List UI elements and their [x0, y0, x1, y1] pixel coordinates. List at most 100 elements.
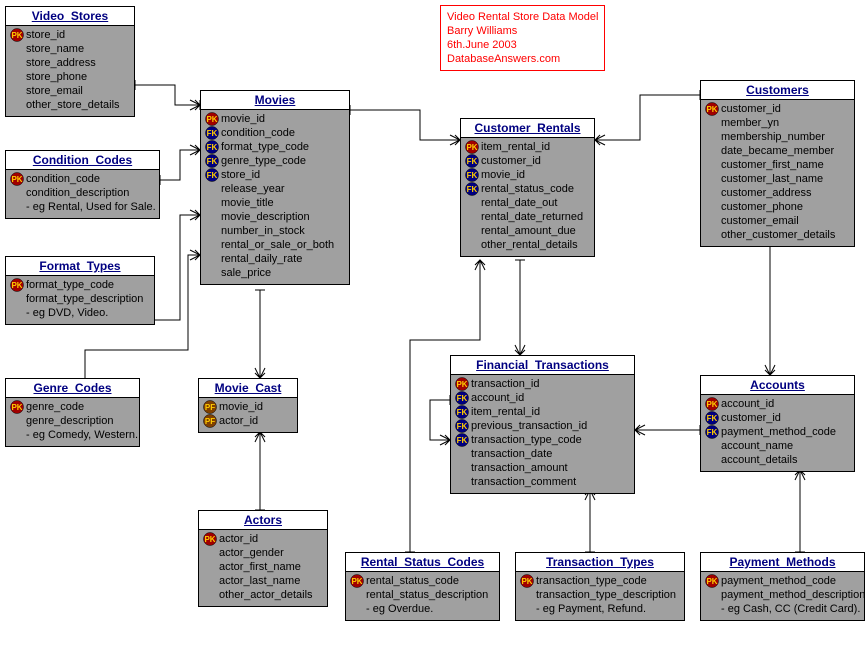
entity-condition-codes: Condition_Codes PK condition_codecondition…	[5, 150, 160, 219]
svg-text:PK: PK	[706, 105, 717, 114]
key-spacer	[203, 588, 217, 602]
svg-text:FK: FK	[457, 436, 468, 445]
key-spacer	[465, 196, 479, 210]
column-name: member_yn	[721, 116, 779, 130]
key-spacer	[705, 200, 719, 214]
key-spacer	[10, 414, 24, 428]
pk-key-icon: PK	[705, 574, 719, 588]
svg-text:PK: PK	[706, 577, 717, 586]
column-name: - eg Overdue.	[366, 602, 433, 616]
entity-row: account_details	[705, 453, 850, 467]
column-name: rental_or_sale_or_both	[221, 238, 334, 252]
fk-key-icon: FK	[455, 419, 469, 433]
column-name: account_id	[471, 391, 524, 405]
key-spacer	[705, 144, 719, 158]
column-name: number_in_stock	[221, 224, 305, 238]
entity-row: - eg Overdue.	[350, 602, 495, 616]
entity-movie-cast: Movie_CastPFmovie_idPFactor_id	[198, 378, 298, 433]
key-spacer	[205, 252, 219, 266]
entity-row: PFmovie_id	[203, 400, 293, 414]
pk-key-icon: PK	[350, 574, 364, 588]
entity-row: - eg Payment, Refund.	[520, 602, 680, 616]
entity-row: FKcustomer_id	[705, 411, 850, 425]
fk-key-icon: FK	[205, 126, 219, 140]
svg-text:FK: FK	[467, 185, 478, 194]
entity-row: rental_amount_due	[465, 224, 590, 238]
pk-key-icon: PK	[705, 397, 719, 411]
entity-row: PKtransaction_id	[455, 377, 630, 391]
entity-title: Customer_Rentals	[461, 119, 594, 138]
entity-genre-codes: Genre_CodesPKgenre_codegenre_description…	[5, 378, 140, 447]
column-name: store_address	[26, 56, 96, 70]
entity-body: PKformat_type_codeformat_type_descriptio…	[6, 276, 154, 324]
column-name: customer_address	[721, 186, 812, 200]
key-spacer	[455, 461, 469, 475]
column-name: customer_id	[481, 154, 541, 168]
entity-row: PK condition_code	[10, 172, 155, 186]
entity-title: Condition_Codes	[6, 151, 159, 170]
pk-key-icon: PK	[465, 140, 479, 154]
column-name: previous_transaction_id	[471, 419, 587, 433]
fk-key-icon: FK	[205, 154, 219, 168]
column-name: other_rental_details	[481, 238, 578, 252]
entity-title: Video_Stores	[6, 7, 134, 26]
entity-row: format_type_description	[10, 292, 150, 306]
entity-body: PKitem_rental_idFKcustomer_idFKmovie_idF…	[461, 138, 594, 256]
entity-row: transaction_amount	[455, 461, 630, 475]
entity-title: Transaction_Types	[516, 553, 684, 572]
entity-row: rental_or_sale_or_both	[205, 238, 345, 252]
entity-row: customer_phone	[705, 200, 850, 214]
column-name: actor_gender	[219, 546, 284, 560]
entity-accounts: AccountsPKaccount_idFKcustomer_idFKpayme…	[700, 375, 855, 472]
fk-key-icon: FK	[205, 140, 219, 154]
column-name: - eg Cash, CC (Credit Card).	[721, 602, 860, 616]
entity-row: date_became_member	[705, 144, 850, 158]
column-name: - eg DVD, Video.	[26, 306, 108, 320]
entity-body: PKrental_status_coderental_status_descri…	[346, 572, 499, 620]
entity-row: FKcondition_code	[205, 126, 345, 140]
entity-row: PFactor_id	[203, 414, 293, 428]
entity-row: - eg Comedy, Western.	[10, 428, 135, 442]
svg-text:PF: PF	[205, 417, 215, 426]
column-name: store_name	[26, 42, 84, 56]
column-name: customer_email	[721, 214, 799, 228]
key-spacer	[705, 228, 719, 242]
key-spacer	[203, 560, 217, 574]
entity-row: movie_title	[205, 196, 345, 210]
svg-text:FK: FK	[207, 157, 218, 166]
column-name: payment_method_code	[721, 574, 836, 588]
column-name: - eg Rental, Used for Sale.	[26, 200, 156, 214]
entity-body: PKactor_idactor_genderactor_first_nameac…	[199, 530, 327, 606]
entity-row: customer_first_name	[705, 158, 850, 172]
fk-key-icon: FK	[465, 154, 479, 168]
entity-row: PKactor_id	[203, 532, 323, 546]
column-name: store_id	[221, 168, 260, 182]
column-name: genre_type_code	[221, 154, 306, 168]
column-name: rental_status_description	[366, 588, 488, 602]
entity-row: PKrental_status_code	[350, 574, 495, 588]
fk-key-icon: FK	[205, 168, 219, 182]
column-name: transaction_type_description	[536, 588, 676, 602]
svg-text:PF: PF	[205, 403, 215, 412]
note-line: 6th.June 2003	[447, 38, 598, 52]
column-name: genre_code	[26, 400, 84, 414]
entity-title: Rental_Status_Codes	[346, 553, 499, 572]
entity-row: PK payment_method_code	[705, 574, 860, 588]
entity-row: FKprevious_transaction_id	[455, 419, 630, 433]
entity-row: actor_gender	[203, 546, 323, 560]
svg-text:PK: PK	[456, 380, 467, 389]
fk-key-icon: FK	[465, 168, 479, 182]
key-spacer	[520, 588, 534, 602]
column-name: condition_code	[26, 172, 100, 186]
svg-text:FK: FK	[707, 428, 718, 437]
entity-title: Actors	[199, 511, 327, 530]
column-name: item_rental_id	[481, 140, 550, 154]
note-line: DatabaseAnswers.com	[447, 52, 598, 66]
entity-row: PKitem_rental_id	[465, 140, 590, 154]
key-spacer	[10, 84, 24, 98]
svg-text:PK: PK	[11, 175, 22, 184]
key-spacer	[350, 588, 364, 602]
entity-customer-rentals: Customer_RentalsPKitem_rental_idFKcustom…	[460, 118, 595, 257]
key-spacer	[705, 214, 719, 228]
entity-row: FKrental_status_code	[465, 182, 590, 196]
